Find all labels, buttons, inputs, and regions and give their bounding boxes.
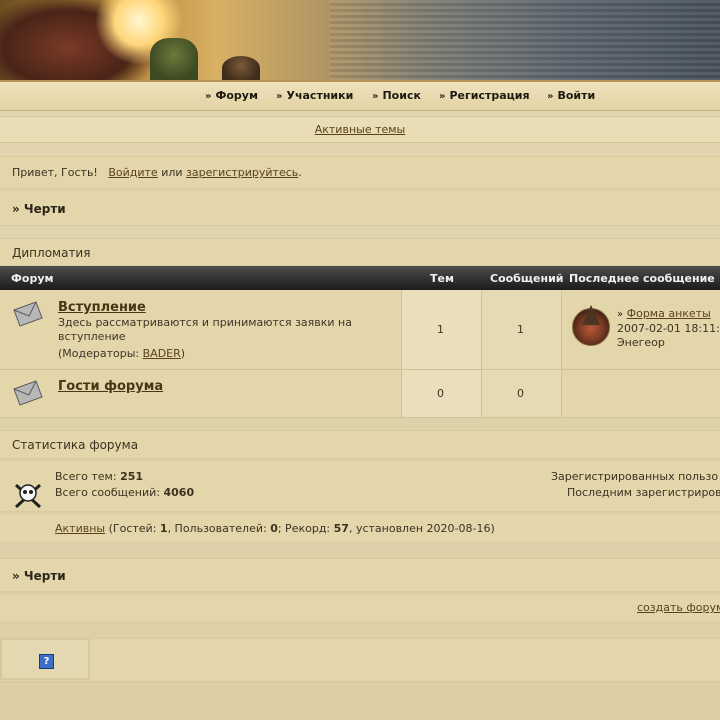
login-link[interactable]: Войдите [108, 166, 157, 179]
forum-row: Гости форума 0 0 [0, 370, 720, 418]
greeting-panel: Привет, Гость! Войдите или зарегистрируй… [0, 156, 720, 189]
create-forum-link[interactable]: создать форум [637, 601, 720, 614]
total-posts: Всего сообщений: 4060 [55, 486, 194, 499]
active-topics-bar: Активные темы [0, 116, 720, 143]
greeting-text: Привет, Гость! Войдите или зарегистрируй… [12, 166, 302, 179]
guests-count: 1 [159, 522, 168, 535]
column-topics: Тем [430, 272, 454, 285]
nav-item-search[interactable]: » Поиск [372, 89, 421, 102]
header-banner [0, 0, 720, 80]
double-chevron-right-icon: » [547, 91, 554, 102]
last-post-author: Энегеор [617, 336, 665, 349]
column-last-post: Последнее сообщение [569, 272, 715, 285]
posts-count: 1 [517, 323, 524, 336]
nav-item-label: Участники [286, 89, 354, 102]
breadcrumb[interactable]: » Черти [12, 202, 66, 216]
register-link[interactable]: зарегистрируйтесь [186, 166, 298, 179]
double-chevron-right-icon: » [276, 91, 283, 102]
moderators-close: ) [180, 347, 186, 360]
nav-item-login[interactable]: » Войти [547, 89, 595, 102]
users-count: 0 [270, 522, 278, 535]
banner-orc-image [150, 38, 198, 80]
last-registered-label: Последним зарегистриров [567, 486, 720, 499]
stats-title: Статистика форума [12, 438, 139, 452]
nav-item-forum[interactable]: » Форум [205, 89, 258, 102]
forum-row: Вступление Здесь рассматриваются и прини… [0, 290, 720, 370]
nav-item-users[interactable]: » Участники [276, 89, 353, 102]
online-stats: Активны (Гостей: 1, Пользователей: 0; Ре… [55, 522, 495, 535]
total-topics: Всего тем: 251 [55, 470, 143, 483]
column-posts: Сообщений [490, 272, 564, 285]
active-users-link[interactable]: Активны [55, 522, 105, 535]
breadcrumb-bottom[interactable]: » Черти [12, 569, 66, 583]
record-label: ; Рекорд: [277, 522, 331, 535]
category-panel: Дипломатия [0, 238, 720, 266]
forum-envelope-icon [13, 301, 43, 327]
record-count: 57 [333, 522, 349, 535]
double-chevron-right-icon: » [205, 91, 212, 102]
banner-warrior-image [222, 56, 260, 80]
topics-count: 1 [437, 323, 444, 336]
column-forum: Форум [11, 272, 54, 285]
users-label: , Пользователей: [167, 522, 267, 535]
total-posts-value: 4060 [163, 486, 195, 499]
nav-item-label: Поиск [382, 89, 421, 102]
bottom-breadcrumb-panel: » Черти [0, 558, 720, 592]
last-post-date: 2007-02-01 18:11: [617, 322, 720, 335]
forum-table-header: Форум Тем Сообщений Последнее сообщение [0, 266, 720, 290]
greeting-or: или [161, 166, 183, 179]
nav-item-label: Форум [215, 89, 258, 102]
total-posts-label: Всего сообщений: [55, 486, 160, 499]
moderators: (Модераторы: BADER) [58, 347, 185, 360]
skull-crossbones-icon [14, 483, 42, 509]
help-box: ? [0, 638, 90, 680]
breadcrumb-panel: » Черти [0, 190, 720, 226]
active-topics-link[interactable]: Активные темы [0, 123, 720, 136]
main-nav: » Форум » Участники » Поиск » Регистрация » В… [0, 80, 720, 111]
greeting-prefix: Привет, Гость! [12, 166, 98, 179]
double-chevron-right-icon: » [372, 91, 379, 102]
forum-title-link[interactable]: Гости форума [58, 379, 163, 394]
posts-count: 0 [517, 387, 524, 400]
double-chevron-right-icon: » [439, 91, 446, 102]
nav-item-register[interactable]: » Регистрация [439, 89, 530, 102]
total-topics-value: 251 [120, 470, 144, 483]
forum-envelope-icon [13, 380, 43, 406]
last-post: » Форма анкеты 2007-02-01 18:11: Энегеор [617, 307, 720, 350]
registered-users-label: Зарегистрированных пользо [551, 470, 719, 483]
category-title: Дипломатия [12, 246, 91, 260]
nav-item-label: Регистрация [449, 89, 530, 102]
last-post-avatar [572, 305, 610, 346]
moderator-link[interactable]: BADER [143, 347, 181, 360]
help-icon[interactable]: ? [39, 654, 54, 669]
stats-title-panel: Статистика форума [0, 430, 720, 459]
footer-panel [0, 638, 720, 682]
forum-title-link[interactable]: Вступление [58, 300, 146, 315]
last-post-link[interactable]: Форма анкеты [627, 307, 711, 320]
topics-count: 0 [437, 387, 444, 400]
online-panel: Активны (Гостей: 1, Пользователей: 0; Ре… [0, 513, 720, 543]
stats-panel: Всего тем: 251 Всего сообщений: 4060 Зар… [0, 460, 720, 512]
last-post-arrow-icon: » [617, 309, 624, 320]
forum-description: Здесь рассматриваются и принимаются заяв… [58, 316, 352, 343]
record-date: , установлен 2020-08-16) [348, 522, 495, 535]
guests-label: (Гостей: [108, 522, 157, 535]
create-forum-panel: создать форум [0, 593, 720, 623]
greeting-suffix: . [298, 166, 302, 179]
total-topics-label: Всего тем: [55, 470, 117, 483]
moderators-label: (Модераторы: [58, 347, 140, 360]
nav-item-label: Войти [557, 89, 596, 102]
banner-sky [330, 0, 720, 80]
